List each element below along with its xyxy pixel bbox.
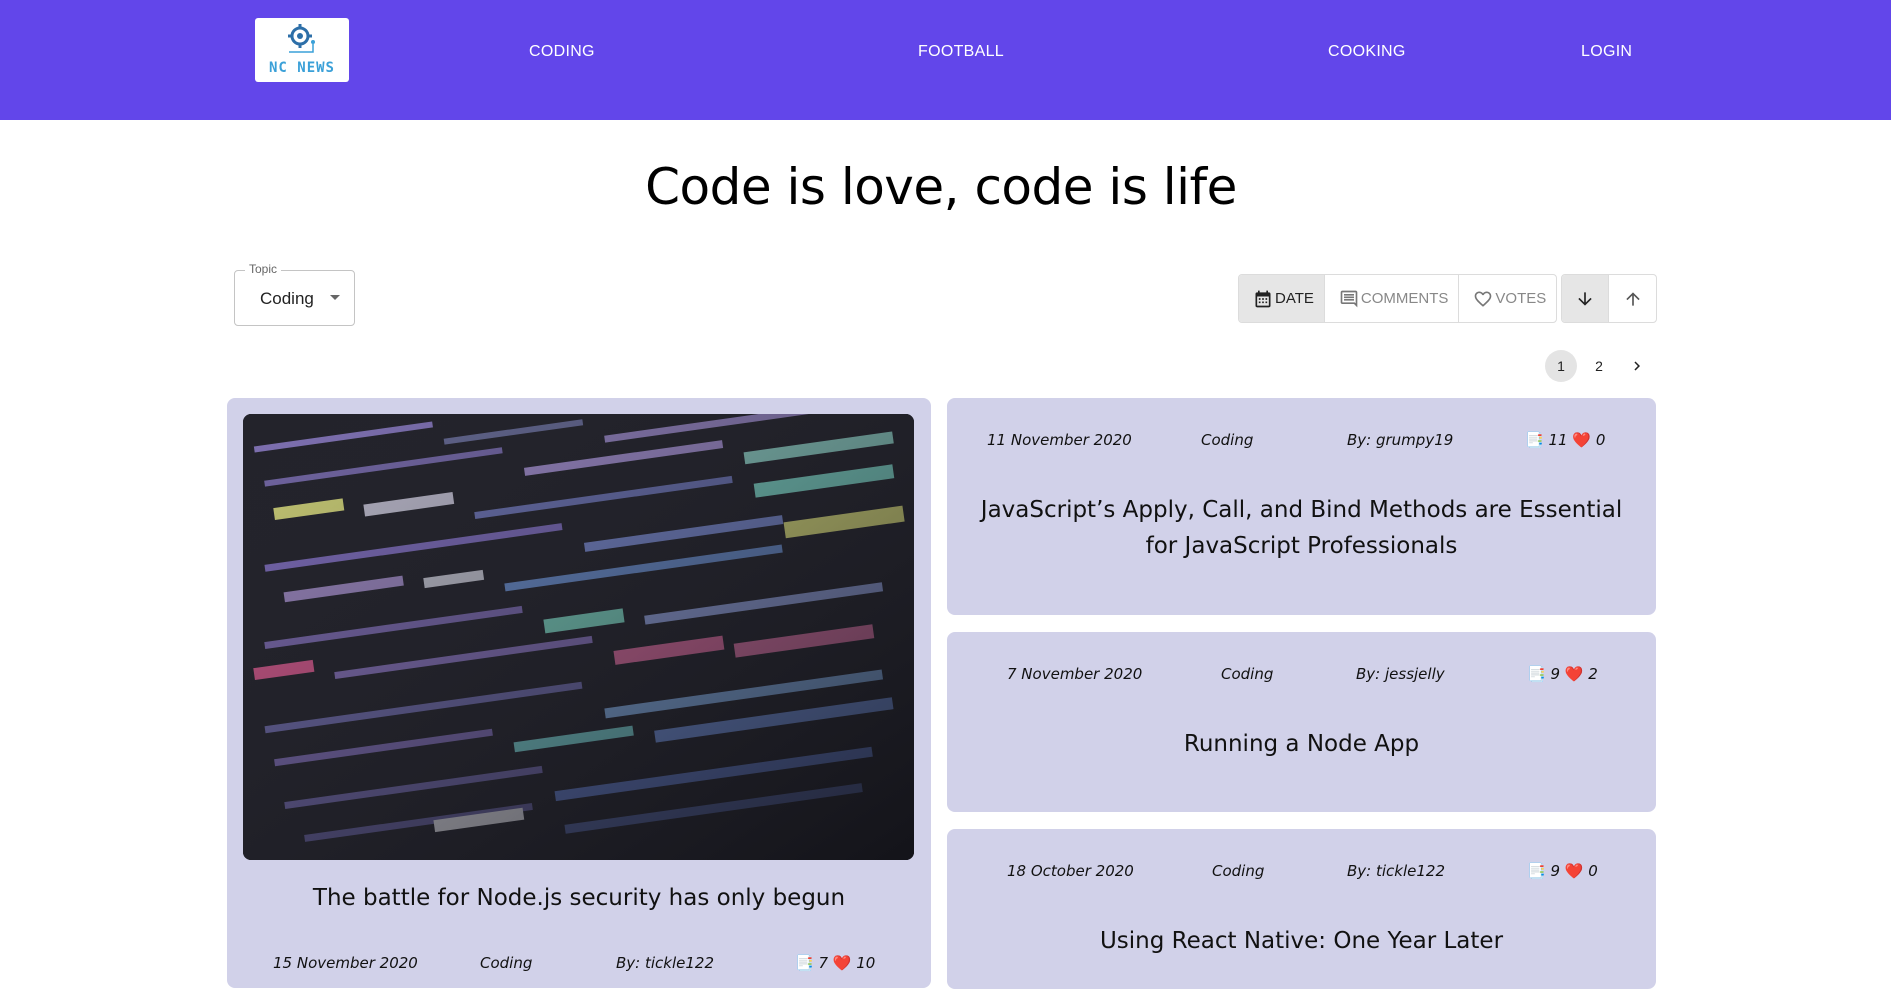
article-card[interactable]: 7 November 2020 Coding By: jessjelly 📑 9… [947,632,1656,812]
article-topic[interactable]: Coding [1221,665,1273,683]
page-title: Code is love, code is life [645,158,1237,216]
order-toggle-group [1561,274,1657,323]
comment-count: 7 [818,954,829,972]
article-image[interactable] [243,414,914,860]
document-icon: 📑 [1527,862,1546,880]
nav-login[interactable]: LOGIN [1581,43,1632,61]
article-author[interactable]: By: grumpy19 [1347,431,1453,449]
heart-icon: ❤️ [832,954,852,972]
vote-count: 0 [1588,862,1598,880]
article-topic[interactable]: Coding [1201,431,1253,449]
article-stats: 📑 9 ❤️ 0 [1527,862,1598,880]
code-screen-image [243,414,914,860]
site-logo[interactable]: NC NEWS [255,18,349,82]
article-author[interactable]: By: tickle122 [616,954,714,972]
sort-votes-button[interactable]: VOTES [1459,275,1556,322]
sort-votes-label: VOTES [1495,290,1547,307]
order-descending-button[interactable] [1562,275,1609,322]
topic-select-label: Topic [245,262,282,276]
heart-icon: ❤️ [1564,665,1584,683]
article-author[interactable]: By: jessjelly [1356,665,1445,683]
article-topic[interactable]: Coding [480,954,532,972]
vote-count: 0 [1595,431,1606,449]
page-2-button[interactable]: 2 [1583,350,1615,382]
article-date: 15 November 2020 [273,954,418,972]
sort-date-button[interactable]: DATE [1239,275,1325,322]
article-title[interactable]: JavaScript’s Apply, Call, and Bind Metho… [947,492,1656,564]
document-icon: 📑 [1527,665,1546,683]
article-card[interactable]: 18 October 2020 Coding By: tickle122 📑 9… [947,829,1656,989]
document-icon: 📑 [795,954,814,972]
article-card[interactable]: 11 November 2020 Coding By: grumpy19 📑 1… [947,398,1656,615]
nav-football[interactable]: FOOTBALL [918,43,1004,61]
order-ascending-button[interactable] [1609,275,1656,322]
comment-count: 9 [1550,665,1561,683]
topic-select-value: Coding [260,289,314,308]
sort-comments-button[interactable]: COMMENTS [1325,275,1460,322]
article-stats: 📑 7 ❤️ 10 [795,954,875,972]
heart-icon: ❤️ [1572,431,1592,449]
article-date: 18 October 2020 [1007,862,1134,880]
sort-date-label: DATE [1275,290,1314,307]
sort-comments-label: COMMENTS [1360,290,1449,307]
calendar-icon [1255,290,1271,307]
comment-count: 11 [1548,431,1568,449]
logo-text: NC NEWS [268,60,335,76]
heart-icon: ❤️ [1564,862,1584,880]
article-author[interactable]: By: tickle122 [1347,862,1445,880]
article-title[interactable]: Using React Native: One Year Later [947,923,1656,959]
document-icon: 📑 [1525,431,1544,449]
caret-down-icon [330,295,340,300]
comment-icon [1340,290,1358,307]
article-topic[interactable]: Coding [1212,862,1264,880]
heart-outline-icon [1475,291,1492,307]
page-1-button[interactable]: 1 [1545,350,1577,382]
next-page-button[interactable] [1621,350,1653,382]
arrow-down-icon [1578,291,1592,306]
nav-coding[interactable]: CODING [529,43,595,61]
topic-select[interactable]: Topic Coding [234,262,355,326]
article-stats: 📑 9 ❤️ 2 [1527,665,1598,683]
vote-count: 10 [856,954,876,972]
vote-count: 2 [1588,665,1598,683]
article-title[interactable]: Running a Node App [947,726,1656,762]
nav-cooking[interactable]: COOKING [1328,43,1406,61]
top-navbar: NC NEWS CODING FOOTBALL COOKING LOGIN [0,0,1891,120]
comment-count: 9 [1550,862,1561,880]
article-stats: 📑 11 ❤️ 0 [1525,431,1605,449]
article-date: 11 November 2020 [987,431,1132,449]
article-date: 7 November 2020 [1007,665,1143,683]
featured-article-title[interactable]: The battle for Node.js security has only… [227,880,931,916]
arrow-up-icon [1625,291,1640,306]
sort-by-toggle-group: DATE COMMENTS VOTES [1238,274,1558,323]
featured-article-card[interactable]: The battle for Node.js security has only… [227,398,931,988]
gear-icon [288,24,315,53]
chevron-right-icon [1634,361,1640,371]
